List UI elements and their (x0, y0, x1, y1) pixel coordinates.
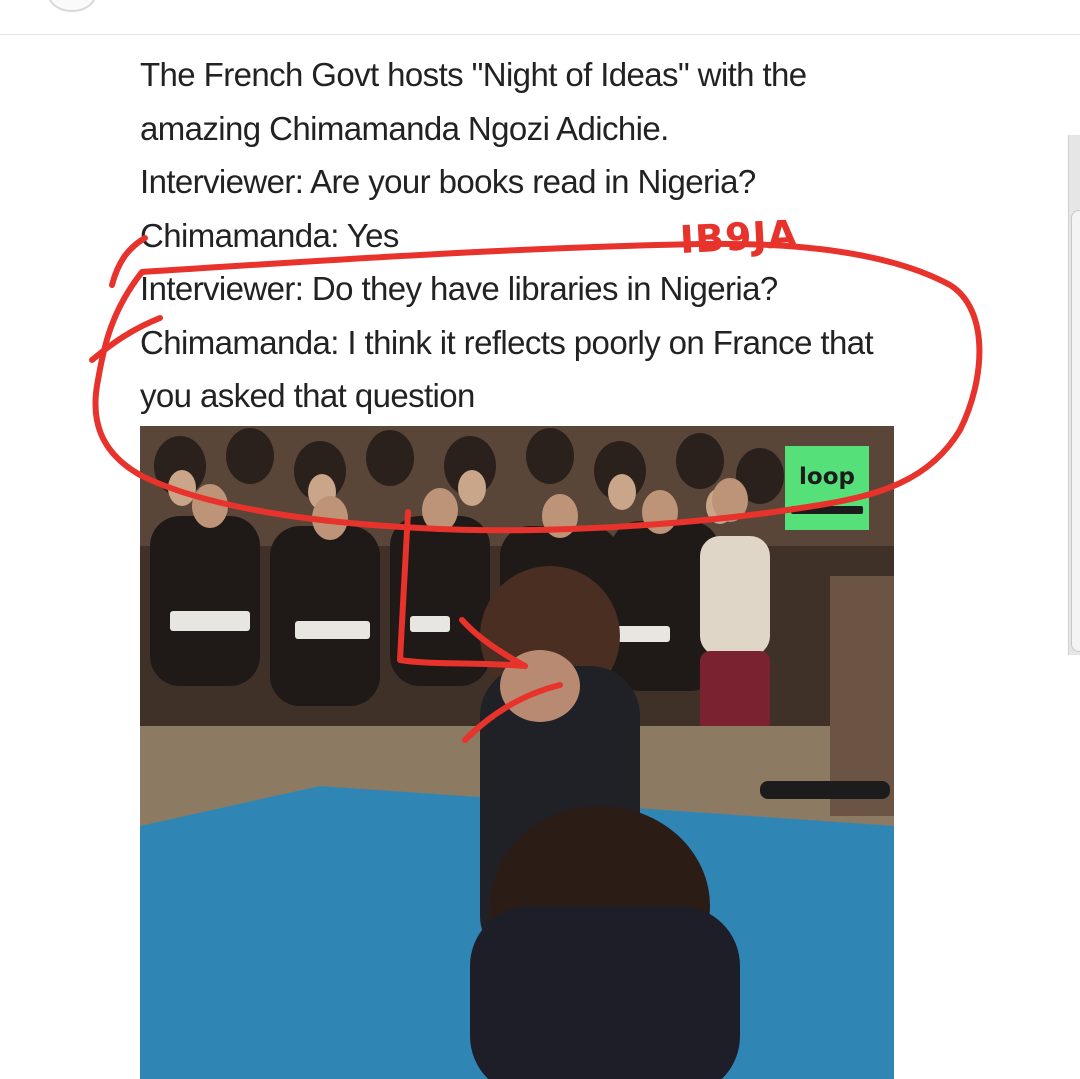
video-scene (140, 426, 894, 1079)
top-bar (0, 0, 1080, 35)
caption-line-question-books: Interviewer: Are your books read in Nige… (140, 163, 756, 200)
screenshot-page: The French Govt hosts "Night of Ideas" w… (0, 0, 1080, 1079)
post-caption: The French Govt hosts "Night of Ideas" w… (140, 48, 980, 423)
avatar[interactable] (48, 0, 96, 12)
video-frame[interactable]: loop (140, 426, 894, 1079)
loop-logo-text: loop (799, 464, 855, 490)
caption-line-answer-yes: Chimamanda: Yes (140, 216, 399, 254)
loop-logo: loop (785, 446, 869, 530)
caption-line-subject: amazing Chimamanda Ngozi Adichie. (140, 109, 669, 147)
caption-line-answer-end: you asked that question (140, 377, 475, 414)
loop-logo-bar (791, 506, 863, 514)
caption-line-question-libraries: Interviewer: Do they have libraries in N… (140, 270, 778, 307)
caption-line-title: The French Govt hosts "Night of Ideas" w… (140, 56, 807, 93)
caption-line-answer-reflects: Chimamanda: I think it reflects poorly o… (140, 323, 874, 361)
watermark-text: IB9JA (678, 211, 800, 262)
scrollbar-thumb[interactable] (1071, 210, 1080, 652)
